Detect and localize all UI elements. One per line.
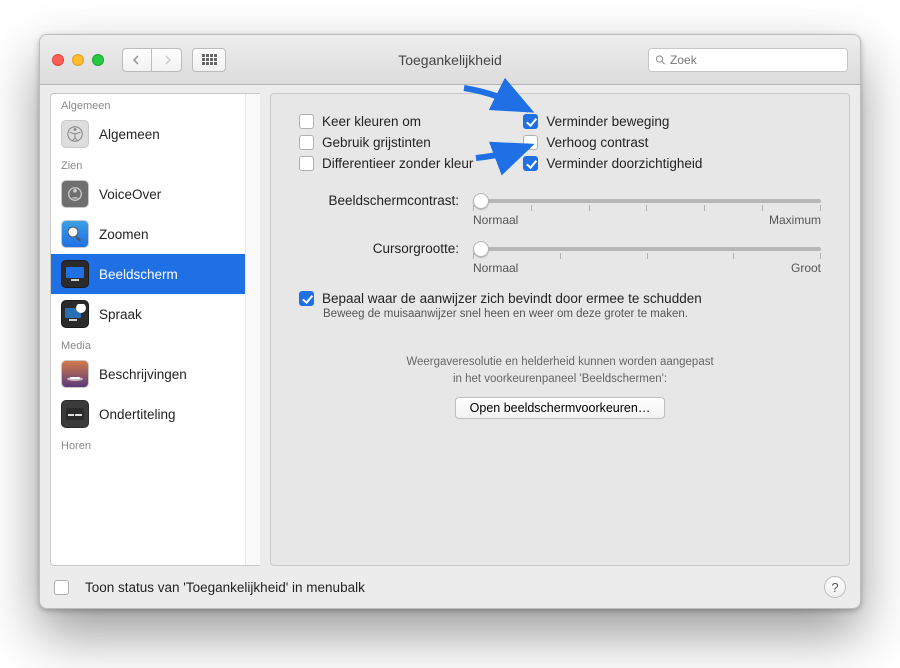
slider-label-cursor: Cursorgrootte: [299, 241, 459, 256]
slider-label-contrast: Beeldschermcontrast: [299, 193, 459, 208]
checkbox-reduce-motion[interactable]: Verminder beweging [523, 114, 702, 129]
sidebar-item-label: Spraak [99, 307, 142, 322]
sidebar-item-voiceover[interactable]: VoiceOver [51, 174, 260, 214]
sidebar-section-algemeen: Algemeen [51, 94, 260, 114]
back-button[interactable] [122, 48, 152, 72]
checkbox-grayscale[interactable]: Gebruik grijstinten [299, 135, 473, 150]
close-window-button[interactable] [52, 54, 64, 66]
display-icon [61, 260, 89, 288]
open-display-prefs-button[interactable]: Open beeldschermvoorkeuren… [455, 397, 666, 419]
checkbox-label: Bepaal waar de aanwijzer zich bevindt do… [322, 291, 702, 306]
grid-icon [202, 54, 217, 65]
sidebar-item-ondertiteling[interactable]: Ondertiteling [51, 394, 260, 434]
sidebar-item-zoomen[interactable]: Zoomen [51, 214, 260, 254]
body: Algemeen Algemeen Zien VoiceOver Zoomen [40, 85, 860, 566]
checkbox-invert-colors[interactable]: Keer kleuren om [299, 114, 473, 129]
sidebar-section-zien: Zien [51, 154, 260, 174]
forward-button[interactable] [152, 48, 182, 72]
checkbox-show-status-menubar[interactable]: Toon status van 'Toegankelijkheid' in me… [54, 580, 365, 595]
search-icon [655, 54, 666, 66]
checkbox-label: Keer kleuren om [322, 114, 421, 129]
sidebar-item-beeldscherm[interactable]: Beeldscherm [51, 254, 260, 294]
sidebar-item-label: Zoomen [99, 227, 149, 242]
search-input[interactable] [670, 53, 841, 67]
sidebar-item-algemeen[interactable]: Algemeen [51, 114, 260, 154]
slider-max-label: Groot [791, 261, 821, 275]
display-hint: Weergaveresolutie en helderheid kunnen w… [299, 354, 821, 389]
accessibility-icon [61, 120, 89, 148]
checkbox-label: Gebruik grijstinten [322, 135, 431, 150]
sidebar-item-label: VoiceOver [99, 187, 161, 202]
nav-back-forward [122, 48, 182, 72]
checkbox-increase-contrast[interactable]: Verhoog contrast [523, 135, 702, 150]
sidebar-item-label: Algemeen [99, 127, 160, 142]
descriptions-icon [61, 360, 89, 388]
checkbox-label: Toon status van 'Toegankelijkheid' in me… [85, 580, 365, 595]
sidebar: Algemeen Algemeen Zien VoiceOver Zoomen [50, 93, 260, 566]
sidebar-section-horen: Horen [51, 434, 260, 454]
checkbox-label: Verminder beweging [546, 114, 669, 129]
search-field[interactable] [648, 48, 848, 72]
help-icon: ? [831, 580, 838, 595]
checkbox-shake-to-locate[interactable]: Bepaal waar de aanwijzer zich bevindt do… [299, 291, 821, 306]
sidebar-item-beschrijvingen[interactable]: Beschrijvingen [51, 354, 260, 394]
zoom-icon [61, 220, 89, 248]
zoom-window-button[interactable] [92, 54, 104, 66]
titlebar: Toegankelijkheid [40, 35, 860, 85]
sidebar-item-label: Beschrijvingen [99, 367, 187, 382]
captions-icon [61, 400, 89, 428]
checkbox-label: Verminder doorzichtigheid [546, 156, 702, 171]
chevron-left-icon [132, 55, 142, 65]
sidebar-section-media: Media [51, 334, 260, 354]
checkbox-label: Differentieer zonder kleur [322, 156, 473, 171]
slider-knob[interactable] [473, 241, 489, 257]
footer: Toon status van 'Toegankelijkheid' in me… [40, 566, 860, 608]
sidebar-scrollbar[interactable] [245, 94, 260, 565]
sidebar-item-label: Beeldscherm [99, 267, 178, 282]
speech-icon [61, 300, 89, 328]
help-button[interactable]: ? [824, 576, 846, 598]
preferences-window: Toegankelijkheid Algemeen Algemeen Zien … [39, 34, 861, 609]
show-all-button[interactable] [192, 48, 226, 72]
slider-contrast[interactable] [473, 199, 821, 203]
minimize-window-button[interactable] [72, 54, 84, 66]
slider-knob[interactable] [473, 193, 489, 209]
checkbox-diff-without-color[interactable]: Differentieer zonder kleur [299, 156, 473, 171]
sidebar-item-label: Ondertiteling [99, 407, 176, 422]
shake-subtext: Beweeg de muisaanwijzer snel heen en wee… [323, 308, 821, 320]
checkbox-reduce-transparency[interactable]: Verminder doorzichtigheid [523, 156, 702, 171]
voiceover-icon [61, 180, 89, 208]
slider-max-label: Maximum [769, 213, 821, 227]
content-pane: Keer kleuren om Gebruik grijstinten Diff… [270, 93, 850, 566]
checkbox-label: Verhoog contrast [546, 135, 648, 150]
sidebar-item-spraak[interactable]: Spraak [51, 294, 260, 334]
slider-min-label: Normaal [473, 213, 518, 227]
chevron-right-icon [162, 55, 172, 65]
slider-min-label: Normaal [473, 261, 518, 275]
slider-cursor[interactable] [473, 247, 821, 251]
window-controls [52, 54, 104, 66]
